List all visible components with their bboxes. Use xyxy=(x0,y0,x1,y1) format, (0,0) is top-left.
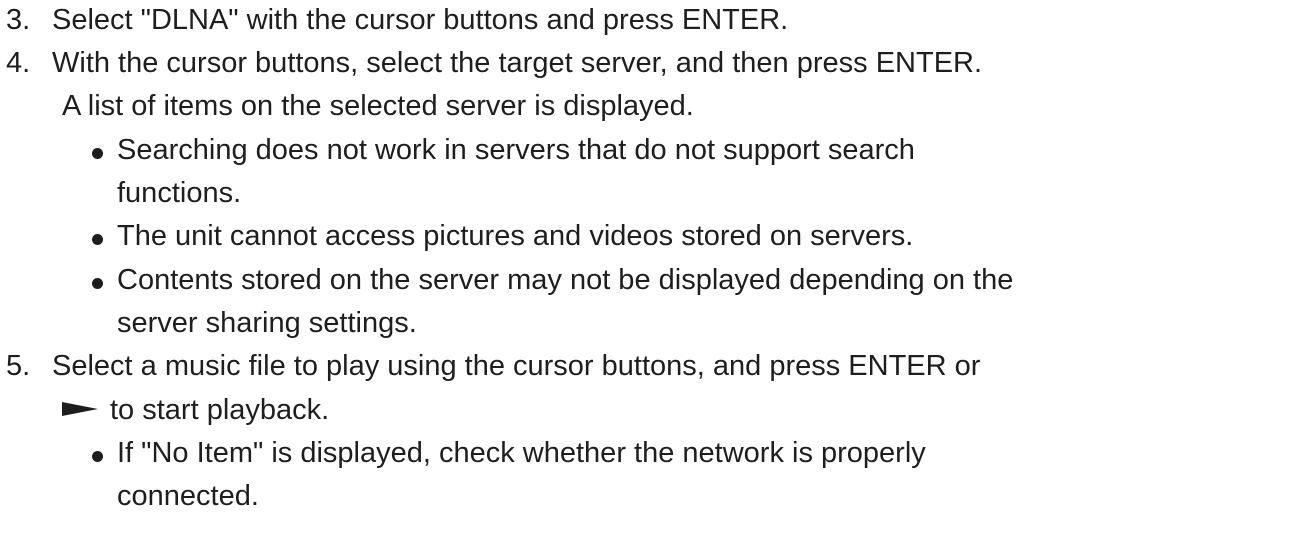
step-5-text: Select a music file to play using the cu… xyxy=(52,350,981,382)
bullet-icon xyxy=(92,278,103,289)
step-4-text: With the cursor buttons, select the targ… xyxy=(52,47,983,79)
bullet-text: Searching does not work in servers that … xyxy=(117,134,915,166)
step-5-text-tail: to start playback. xyxy=(110,394,330,426)
step-number: 4. xyxy=(6,47,31,79)
bullet-icon xyxy=(92,148,103,159)
bullet-text-cont: functions. xyxy=(117,177,242,209)
step-5-text-cont: to start playback. xyxy=(62,392,329,428)
step-number: 5. xyxy=(6,350,31,382)
bullet-text: Contents stored on the server may not be… xyxy=(117,264,1014,296)
bullet-icon xyxy=(92,234,103,245)
step-3-text: Select "DLNA" with the cursor buttons an… xyxy=(52,4,789,36)
bullet-icon xyxy=(92,451,103,462)
step-4-text-cont: A list of items on the selected server i… xyxy=(62,90,694,122)
play-arrow-icon xyxy=(62,402,98,417)
step-number: 3. xyxy=(6,4,31,36)
bullet-text-cont: connected. xyxy=(117,480,259,512)
bullet-text: If "No Item" is displayed, check whether… xyxy=(117,437,926,469)
bullet-text: The unit cannot access pictures and vide… xyxy=(117,220,914,252)
bullet-text-cont: server sharing settings. xyxy=(117,307,417,339)
